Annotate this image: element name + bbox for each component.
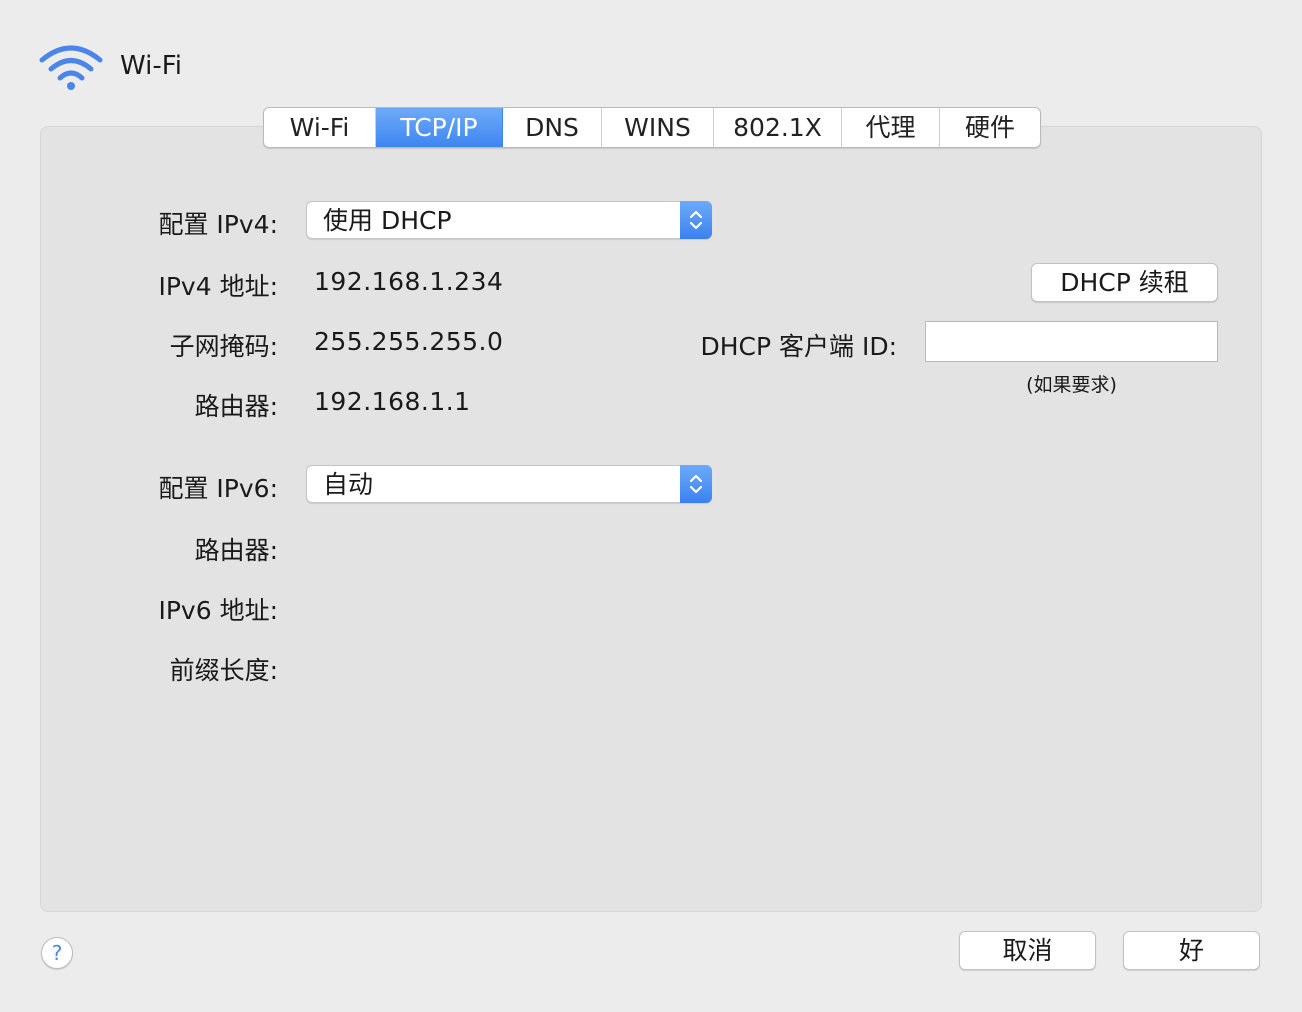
help-button[interactable]: ? [41,937,73,969]
select-stepper-icon [680,201,712,239]
dhcp-client-id-field[interactable] [925,321,1218,362]
tab-wifi[interactable]: Wi-Fi [264,108,376,147]
configure-ipv4-label: 配置 IPv4: [158,210,278,239]
ipv4-address-value: 192.168.1.234 [314,267,504,296]
cancel-button[interactable]: 取消 [959,931,1096,970]
configure-ipv6-label: 配置 IPv6: [158,474,278,503]
ipv4-router-label: 路由器: [194,392,278,421]
subnet-mask-value: 255.255.255.0 [314,327,504,356]
dhcp-client-id-label: DHCP 客户端 ID: [700,332,897,361]
settings-panel [40,126,1262,912]
select-stepper-icon [680,465,712,503]
tab-hardware[interactable]: 硬件 [940,108,1040,147]
prefix-length-label: 前缀长度: [169,656,278,685]
tab-dns[interactable]: DNS [503,108,602,147]
ipv6-router-label: 路由器: [194,536,278,565]
ipv4-router-value: 192.168.1.1 [314,387,471,416]
subnet-mask-label: 子网掩码: [169,332,278,361]
ipv6-address-label: IPv6 地址: [158,596,278,625]
dhcp-client-id-hint: (如果要求) [1026,374,1117,396]
configure-ipv6-value: 自动 [323,470,374,499]
ipv4-address-label: IPv4 地址: [158,272,278,301]
tab-bar: Wi-Fi TCP/IP DNS WINS 802.1X 代理 硬件 [263,107,1041,148]
configure-ipv4-value: 使用 DHCP [323,206,452,235]
dhcp-renew-button[interactable]: DHCP 续租 [1031,263,1218,302]
tab-wins[interactable]: WINS [602,108,714,147]
configure-ipv4-select[interactable]: 使用 DHCP [306,201,712,239]
ok-button[interactable]: 好 [1123,931,1260,970]
window-title: Wi-Fi [120,51,183,81]
tab-proxy[interactable]: 代理 [842,108,940,147]
configure-ipv6-select[interactable]: 自动 [306,465,712,503]
window-header: Wi-Fi [38,38,182,94]
tab-tcpip[interactable]: TCP/IP [376,108,503,147]
tab-8021x[interactable]: 802.1X [714,108,842,147]
wifi-icon [39,45,103,90]
